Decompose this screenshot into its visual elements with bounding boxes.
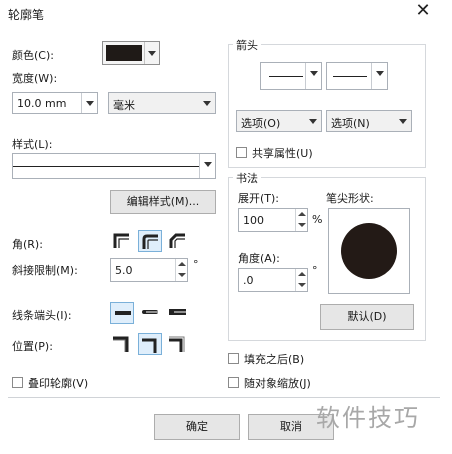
share-attributes-checkbox[interactable]: [236, 147, 247, 158]
cap-butt-icon[interactable]: [110, 302, 134, 324]
position-inside-icon[interactable]: [166, 333, 190, 355]
share-attributes-label: 共享属性(U): [252, 147, 313, 160]
corner-label: 角(R):: [12, 238, 43, 251]
behind-fill-checkbox[interactable]: [228, 353, 239, 364]
angle-value: .0: [243, 274, 254, 287]
ok-button[interactable]: 确定: [154, 414, 240, 440]
spin-down-icon[interactable]: [175, 270, 187, 281]
angle-unit: °: [312, 264, 318, 277]
color-swatch: [106, 45, 142, 61]
arrows-group-label: 箭头: [233, 37, 261, 53]
miter-limit-label: 斜接限制(M):: [12, 264, 78, 277]
close-icon[interactable]: ✕: [414, 2, 432, 20]
overprint-label: 叠印轮廓(V): [28, 377, 89, 390]
stretch-label: 展开(T):: [238, 192, 280, 205]
chevron-down-icon: [395, 111, 411, 131]
chevron-down-icon: [81, 93, 97, 113]
angle-label: 角度(A):: [238, 252, 280, 265]
unit-select[interactable]: 毫米: [108, 92, 216, 114]
line-preview: [333, 76, 367, 77]
nib-shape-label: 笔尖形状:: [326, 192, 374, 205]
position-outside-icon[interactable]: [110, 333, 134, 355]
spin-up-icon[interactable]: [175, 259, 187, 270]
chevron-down-icon: [305, 63, 321, 89]
color-picker-button[interactable]: [102, 41, 160, 65]
end-arrow-select[interactable]: [326, 62, 388, 90]
chevron-down-icon: [199, 93, 215, 113]
corner-miter-icon[interactable]: [110, 230, 134, 252]
miter-limit-spinner[interactable]: 5.0: [110, 258, 188, 282]
unit-value: 毫米: [113, 99, 135, 112]
chevron-down-icon: [199, 154, 215, 178]
chevron-down-icon: [148, 51, 156, 56]
end-arrow-options[interactable]: 选项(N): [326, 110, 412, 132]
miter-limit-value: 5.0: [115, 264, 133, 277]
nib-circle: [341, 223, 397, 279]
end-arrow-options-label: 选项(N): [331, 117, 370, 130]
color-label: 颜色(C):: [12, 49, 54, 62]
position-center-icon[interactable]: [138, 333, 162, 355]
corner-round-icon[interactable]: [138, 230, 162, 252]
stretch-value: 100: [243, 214, 264, 227]
behind-fill-label: 填充之后(B): [244, 353, 305, 366]
scale-with-object-checkbox[interactable]: [228, 377, 239, 388]
nib-shape-preview[interactable]: [328, 208, 410, 294]
cap-square-icon[interactable]: [166, 302, 190, 324]
width-value: 10.0 mm: [17, 97, 67, 110]
watermark-text: 软件技巧: [316, 404, 420, 432]
style-select[interactable]: [12, 153, 216, 179]
spin-up-icon[interactable]: [295, 209, 307, 220]
scale-with-object-label: 随对象缩放(J): [244, 377, 311, 390]
width-label: 宽度(W):: [12, 72, 58, 85]
cap-round-icon[interactable]: [138, 302, 162, 324]
angle-spinner[interactable]: .0: [238, 268, 308, 292]
start-arrow-options[interactable]: 选项(O): [236, 110, 322, 132]
stretch-spinner[interactable]: 100: [238, 208, 308, 232]
line-cap-label: 线条端头(I):: [12, 309, 72, 322]
miter-unit: °: [193, 258, 199, 271]
stretch-unit: %: [312, 213, 323, 226]
style-label: 样式(L):: [12, 138, 53, 151]
default-button[interactable]: 默认(D): [320, 304, 414, 330]
spin-down-icon[interactable]: [295, 280, 307, 291]
dialog-title: 轮廓笔: [8, 8, 45, 22]
spin-down-icon[interactable]: [295, 220, 307, 231]
line-style-preview: [13, 166, 199, 167]
corner-bevel-icon[interactable]: [166, 230, 190, 252]
calligraphy-group-label: 书法: [233, 170, 261, 186]
width-combo[interactable]: 10.0 mm: [12, 92, 98, 114]
position-label: 位置(P):: [12, 340, 53, 353]
line-preview: [269, 76, 303, 77]
spin-up-icon[interactable]: [295, 269, 307, 280]
edit-style-button[interactable]: 编辑样式(M)...: [110, 190, 216, 214]
chevron-down-icon: [305, 111, 321, 131]
chevron-down-icon: [371, 63, 387, 89]
start-arrow-options-label: 选项(O): [241, 117, 281, 130]
start-arrow-select[interactable]: [260, 62, 322, 90]
overprint-checkbox[interactable]: [12, 377, 23, 388]
